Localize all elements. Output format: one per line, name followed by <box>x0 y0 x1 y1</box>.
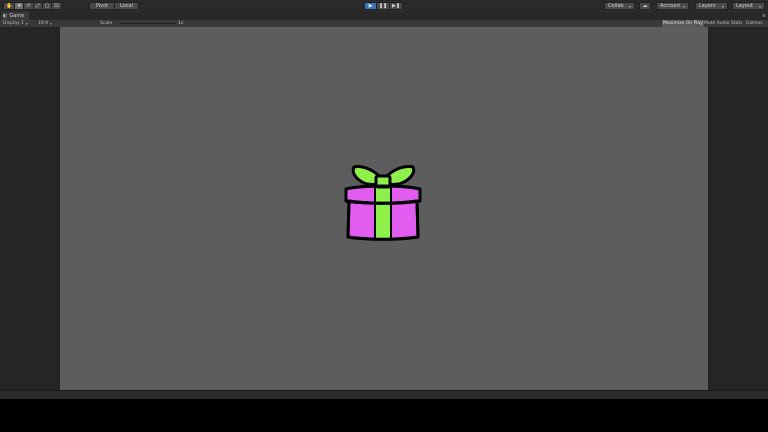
display-dropdown[interactable]: Display 1 ▾ <box>3 20 28 27</box>
account-label: Account <box>660 3 681 9</box>
gizmos-label: Gizmos <box>746 21 763 26</box>
scale-label: Scale <box>100 20 112 27</box>
mute-label: Mute Audio <box>704 21 730 26</box>
stats-toggle[interactable]: Stats <box>730 20 744 27</box>
scale-value: 1x <box>178 20 184 27</box>
transform-tools: ✋ ✥ ⟳ ⤢ ▢ ⊡ <box>3 2 62 10</box>
playback-controls: ▶ ❚❚ ▶❚ <box>364 2 403 10</box>
gift-box-sprite <box>344 165 422 241</box>
chevron-down-icon: ▾ <box>758 3 761 9</box>
chevron-down-icon: ▾ <box>721 3 724 9</box>
move-tool-button[interactable]: ✥ <box>15 2 25 10</box>
layout-label: Layout <box>736 3 753 9</box>
cloud-button[interactable]: ☁ <box>639 2 651 10</box>
tab-game-label: Game <box>9 13 25 19</box>
chevron-down-icon: ▾ <box>50 21 52 26</box>
scale-tool-button[interactable]: ⤢ <box>33 2 43 10</box>
rotate-tool-button[interactable]: ⟳ <box>24 2 34 10</box>
chevron-down-icon: ▾ <box>25 21 28 26</box>
tab-menu-icon[interactable]: ≡ <box>762 13 766 19</box>
scale-icon: ⤢ <box>35 2 40 9</box>
stats-label: Stats <box>731 21 743 26</box>
local-toggle[interactable]: Local <box>115 2 139 10</box>
transform-tool-button[interactable]: ⊡ <box>52 2 62 10</box>
move-icon: ✥ <box>17 2 22 9</box>
maximize-on-play-toggle[interactable]: Maximize On Play <box>662 20 704 27</box>
pause-button[interactable]: ❚❚ <box>377 2 390 10</box>
scale-slider[interactable] <box>120 23 176 24</box>
account-dropdown[interactable]: Account ▾ <box>656 2 689 10</box>
scale-value-text: 1x <box>178 21 184 26</box>
pivot-label: Pivot <box>95 2 109 9</box>
cloud-icon: ☁ <box>642 3 648 9</box>
gizmos-dropdown[interactable]: Gizmos <box>745 20 764 27</box>
chevron-down-icon: ▾ <box>682 3 685 9</box>
play-button[interactable]: ▶ <box>364 2 377 10</box>
collab-dropdown[interactable]: Collab ▾ <box>604 2 635 10</box>
layers-label: Layers <box>699 3 716 9</box>
chevron-down-icon: ▾ <box>628 3 631 9</box>
rect-icon: ▢ <box>44 2 50 9</box>
layers-dropdown[interactable]: Layers ▾ <box>695 2 728 10</box>
hand-tool-button[interactable]: ✋ <box>3 2 16 10</box>
rect-tool-button[interactable]: ▢ <box>42 2 53 10</box>
aspect-dropdown[interactable]: 16:9 ▾ <box>38 20 52 27</box>
step-icon: ▶❚ <box>391 2 401 9</box>
step-button[interactable]: ▶❚ <box>390 2 403 10</box>
tab-bar: ◐ Game ≡ <box>0 12 768 20</box>
pause-icon: ❚❚ <box>378 2 388 9</box>
play-icon: ▶ <box>368 2 373 9</box>
game-render-area[interactable] <box>60 27 708 390</box>
pivot-controls: Pivot Local <box>89 2 139 10</box>
layout-dropdown[interactable]: Layout ▾ <box>732 2 765 10</box>
rotate-icon: ⟳ <box>26 2 31 9</box>
transform-icon: ⊡ <box>54 2 59 9</box>
display-label: Display 1 <box>3 21 24 26</box>
tab-game[interactable]: ◐ Game <box>1 12 29 20</box>
game-viewport <box>0 27 768 390</box>
aspect-label: 16:9 <box>38 21 49 26</box>
collab-label: Collab <box>608 3 624 9</box>
scale-text: Scale <box>100 21 113 26</box>
local-label: Local <box>120 2 133 9</box>
mute-audio-toggle[interactable]: Mute Audio <box>703 20 731 27</box>
hand-icon: ✋ <box>6 2 13 9</box>
letterbox-bar <box>0 399 768 432</box>
pivot-toggle[interactable]: Pivot <box>89 2 115 10</box>
game-controller-icon: ◐ <box>3 13 8 19</box>
maximize-label: Maximize On Play <box>663 21 703 26</box>
